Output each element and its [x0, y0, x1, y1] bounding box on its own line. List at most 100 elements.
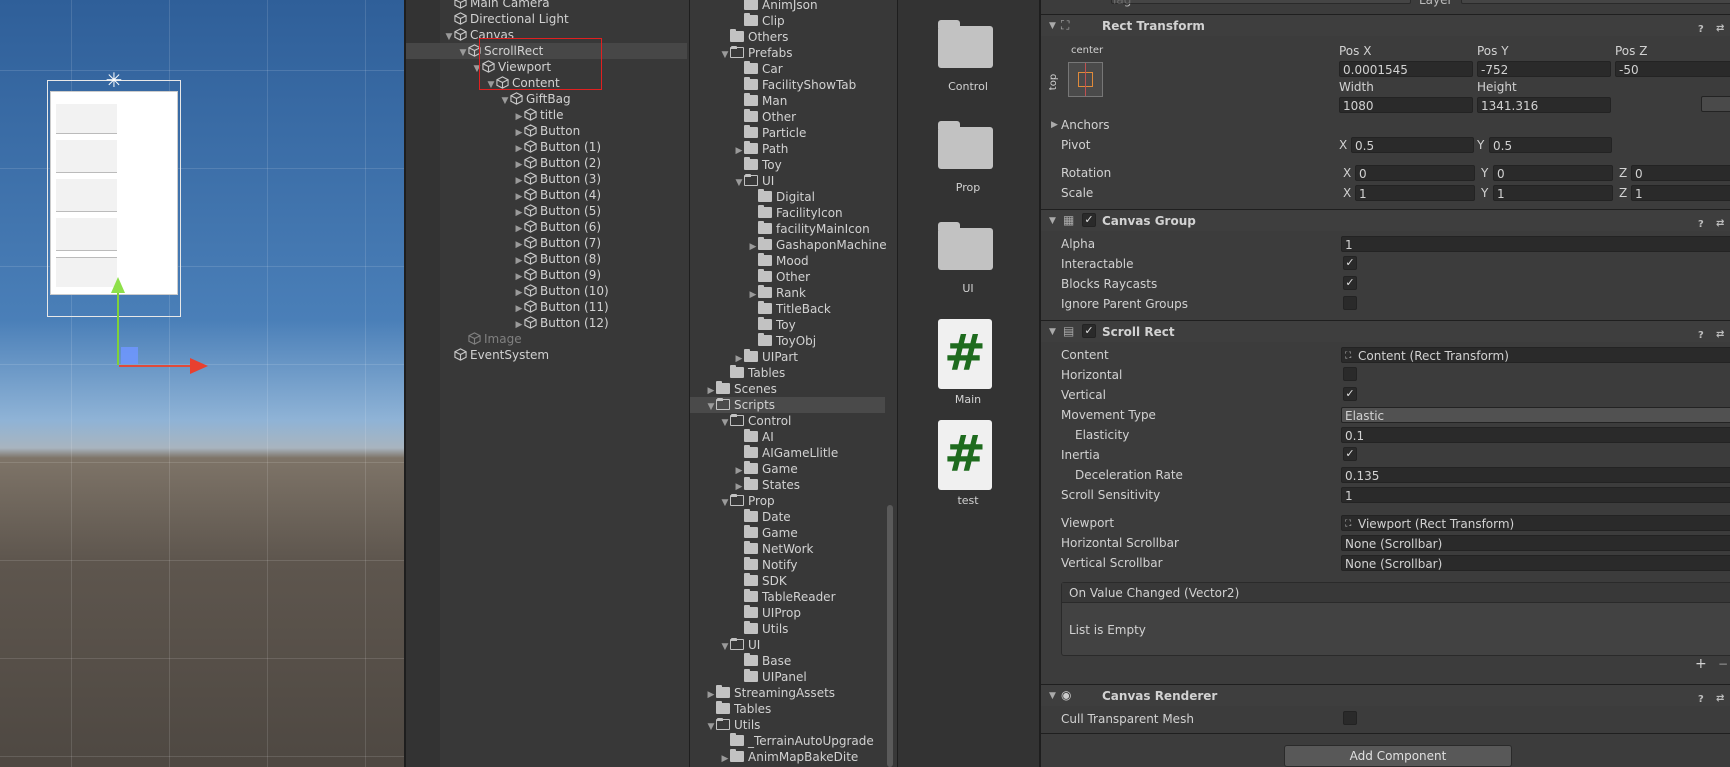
height-field[interactable]: 1341.316: [1477, 97, 1611, 113]
movement-type-dropdown[interactable]: Elastic: [1341, 407, 1730, 423]
project-folder-item[interactable]: ▶ AnimMapBakeDite: [720, 749, 858, 765]
cull-transparent-mesh-checkbox[interactable]: [1343, 711, 1357, 725]
scale-z-field[interactable]: 1: [1631, 185, 1730, 201]
posz-field[interactable]: -50: [1615, 61, 1730, 77]
anchors-label[interactable]: Anchors: [1061, 117, 1110, 133]
project-folder-item[interactable]: SDK: [734, 573, 787, 589]
move-gizmo-y-arrow-icon[interactable]: [111, 277, 125, 293]
project-folder-item[interactable]: Others: [720, 29, 788, 45]
project-folder-item[interactable]: ▶ Rank: [748, 285, 806, 301]
project-folder-item[interactable]: FacilityIcon: [748, 205, 843, 221]
project-folder-item[interactable]: ▶ Game: [734, 461, 798, 477]
hierarchy-item[interactable]: ▶ title: [514, 107, 564, 123]
help-icon[interactable]: ?: [1698, 19, 1704, 40]
tag-dropdown[interactable]: [1111, 0, 1411, 4]
project-folder-item[interactable]: AI: [734, 429, 774, 445]
anchor-preset-button[interactable]: [1068, 62, 1103, 97]
expand-arrow-icon[interactable]: ▼: [720, 495, 730, 511]
elasticity-field[interactable]: 0.1: [1341, 427, 1730, 443]
expand-arrow-icon[interactable]: ▼: [500, 93, 510, 109]
project-folder-item[interactable]: Other: [734, 109, 796, 125]
vertical-scrollbar-field[interactable]: None (Scrollbar): [1341, 555, 1730, 571]
hierarchy-item[interactable]: ▶ Button (5): [514, 203, 601, 219]
project-folder-item[interactable]: Notify: [734, 557, 797, 573]
help-icon[interactable]: ?: [1698, 214, 1704, 235]
hierarchy-item[interactable]: ▶ Button (4): [514, 187, 601, 203]
canvas-group-enabled-checkbox[interactable]: ✓: [1082, 213, 1096, 227]
canvas-renderer-header[interactable]: ▼ ◉ Canvas Renderer ? ⇄: [1041, 684, 1730, 706]
project-folder-item[interactable]: Other: [748, 269, 810, 285]
content-object-field[interactable]: ⛶ Content (Rect Transform): [1341, 347, 1730, 363]
project-folder-item[interactable]: ▶ Path: [734, 141, 788, 157]
project-folder-item[interactable]: ▶ StreamingAssets: [706, 685, 835, 701]
scroll-rect-header[interactable]: ▼ ▤ ✓ Scroll Rect ? ⇄: [1041, 320, 1730, 342]
hierarchy-item[interactable]: Image: [458, 331, 522, 347]
project-folder-item[interactable]: Man: [734, 93, 787, 109]
project-folder-item[interactable]: Tables: [706, 701, 771, 717]
width-field[interactable]: 1080: [1339, 97, 1473, 113]
add-component-button[interactable]: Add Component: [1284, 745, 1512, 767]
project-folder-item[interactable]: ToyObj: [748, 333, 816, 349]
project-folder-item[interactable]: Digital: [748, 189, 815, 205]
project-folder-item[interactable]: ▶ UIPart: [734, 349, 798, 365]
scroll-rect-enabled-checkbox[interactable]: ✓: [1082, 324, 1096, 338]
settings-icon[interactable]: ⇄: [1716, 688, 1724, 709]
add-event-plus-icon[interactable]: +: [1695, 656, 1707, 672]
project-tree-scrollbar[interactable]: [887, 505, 893, 767]
move-gizmo-x-axis[interactable]: [119, 365, 191, 367]
posy-field[interactable]: -752: [1477, 61, 1611, 77]
foldout-arrow-icon[interactable]: ▼: [1049, 688, 1056, 704]
inertia-checkbox[interactable]: ✓: [1343, 447, 1357, 461]
asset-tile[interactable]: Control: [918, 20, 1018, 100]
settings-icon[interactable]: ⇄: [1716, 213, 1724, 234]
asset-tile[interactable]: Prop: [918, 121, 1018, 201]
deceleration-rate-field[interactable]: 0.135: [1341, 467, 1730, 483]
asset-tile[interactable]: # Main: [918, 319, 1018, 406]
expand-arrow-icon[interactable]: ▼: [720, 639, 730, 655]
project-folder-item[interactable]: Date: [734, 509, 791, 525]
rotation-x-field[interactable]: 0: [1355, 165, 1475, 181]
project-folder-item[interactable]: ▼ UI: [720, 637, 760, 653]
project-folder-item[interactable]: ▶ GashaponMachine: [748, 237, 887, 253]
project-folder-item[interactable]: ▶ States: [734, 477, 800, 493]
project-folder-item[interactable]: Mood: [748, 253, 809, 269]
project-folder-item[interactable]: ▼ UI: [734, 173, 774, 189]
expand-arrow-icon[interactable]: ▼: [734, 175, 744, 191]
project-folder-item[interactable]: AIGameLlitle: [734, 445, 838, 461]
expand-arrow-icon[interactable]: ▼: [720, 415, 730, 431]
hierarchy-item[interactable]: Directional Light: [444, 11, 569, 27]
project-folder-item[interactable]: FacilityShowTab: [734, 77, 856, 93]
layer-dropdown[interactable]: [1461, 0, 1730, 4]
ignore-parent-groups-checkbox[interactable]: [1343, 296, 1357, 310]
settings-icon[interactable]: ⇄: [1716, 324, 1724, 345]
settings-icon[interactable]: ⇄: [1716, 18, 1724, 39]
vertical-checkbox[interactable]: ✓: [1343, 387, 1357, 401]
project-folder-item[interactable]: ▼ Scripts: [706, 397, 775, 413]
project-folder-item[interactable]: Clip: [734, 13, 785, 29]
asset-tile[interactable]: UI: [918, 222, 1018, 302]
project-folder-item[interactable]: UIPanel: [734, 669, 807, 685]
expand-arrow-icon[interactable]: ▼: [706, 399, 716, 415]
viewport-object-field[interactable]: ⛶ Viewport (Rect Transform): [1341, 515, 1730, 531]
help-icon[interactable]: ?: [1698, 325, 1704, 346]
scale-x-field[interactable]: 1: [1355, 185, 1475, 201]
move-gizmo-x-arrow-icon[interactable]: [190, 358, 208, 374]
project-folder-item[interactable]: Utils: [734, 621, 788, 637]
remove-event-minus-icon[interactable]: −: [1718, 656, 1728, 672]
project-folder-item[interactable]: facilityMainIcon: [748, 221, 870, 237]
foldout-arrow-icon[interactable]: ▼: [1049, 324, 1056, 340]
project-folder-item[interactable]: _TerrainAutoUpgrade: [720, 733, 874, 749]
horizontal-scrollbar-field[interactable]: None (Scrollbar): [1341, 535, 1730, 551]
hierarchy-item[interactable]: ▶ Button (12): [514, 315, 609, 331]
hierarchy-item[interactable]: ▶ Button (1): [514, 139, 601, 155]
project-folder-item[interactable]: AnimJson: [734, 0, 818, 13]
expand-arrow-icon[interactable]: ▼: [706, 719, 716, 735]
hierarchy-item[interactable]: ▶ Button: [514, 123, 581, 139]
project-folder-item[interactable]: UIProp: [734, 605, 801, 621]
scene-view[interactable]: ✳: [0, 0, 404, 767]
expand-arrow-icon[interactable]: ▶: [720, 751, 730, 767]
move-gizmo-y-axis[interactable]: [117, 287, 119, 365]
project-folder-item[interactable]: ▶ Scenes: [706, 381, 777, 397]
hierarchy-item[interactable]: ▶ Button (8): [514, 251, 601, 267]
project-folder-item[interactable]: Tables: [720, 365, 785, 381]
